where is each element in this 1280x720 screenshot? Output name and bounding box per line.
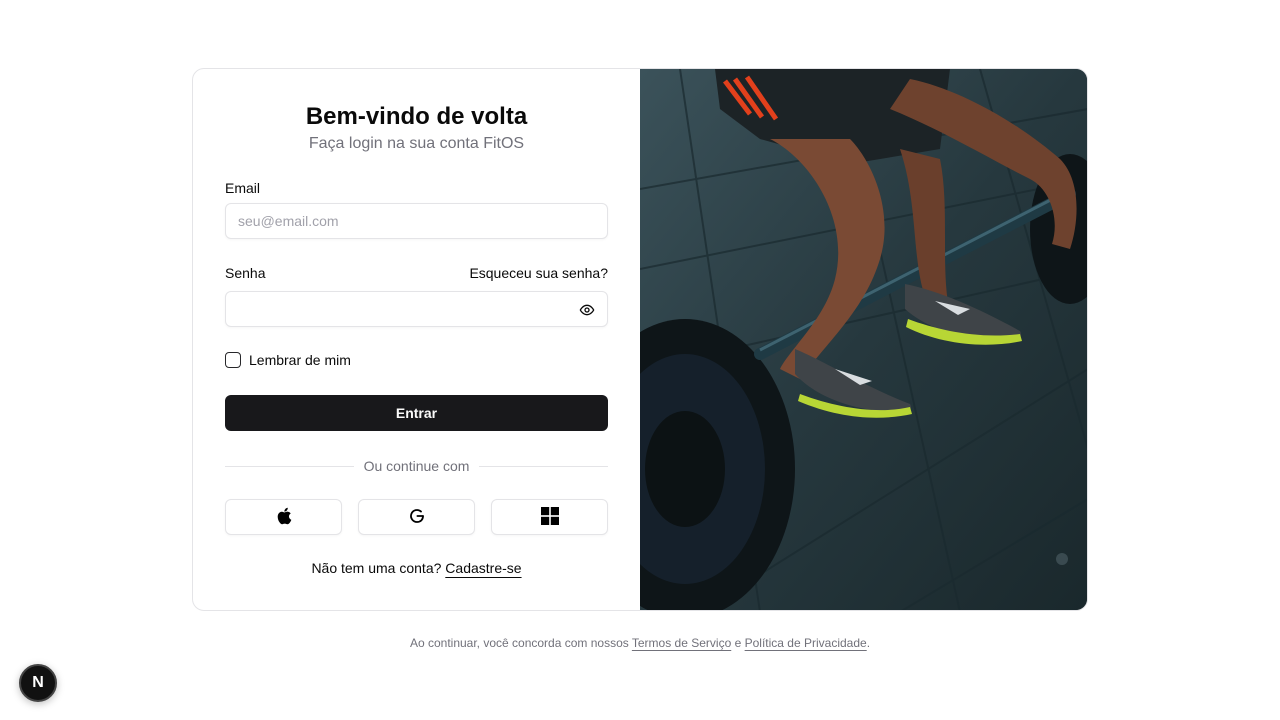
privacy-link[interactable]: Política de Privacidade <box>745 636 867 650</box>
microsoft-icon <box>540 506 559 528</box>
nextjs-devtools-button[interactable]: N <box>19 664 57 702</box>
password-field[interactable] <box>225 291 608 327</box>
terms-link[interactable]: Termos de Serviço <box>632 636 731 650</box>
hero-image <box>640 69 1087 610</box>
divider-line-right <box>479 465 608 467</box>
signup-prompt: Não tem uma conta? <box>311 560 442 576</box>
forgot-password-link[interactable]: Esqueceu sua senha? <box>469 265 608 281</box>
email-label: Email <box>225 180 261 196</box>
apple-icon <box>276 507 292 528</box>
microsoft-login-button[interactable] <box>491 499 608 535</box>
login-form: Bem-vindo de volta Faça login na sua con… <box>193 69 640 610</box>
eye-icon[interactable] <box>576 299 598 321</box>
divider-line-left <box>225 465 354 467</box>
terms-suffix: . <box>866 636 871 650</box>
remember-checkbox[interactable] <box>225 352 241 368</box>
terms-conjunction: e <box>734 636 742 650</box>
email-field[interactable] <box>225 203 608 239</box>
remember-me[interactable]: Lembrar de mim <box>225 352 351 368</box>
terms-notice: Ao continuar, você concorda com nossos T… <box>0 636 1280 650</box>
google-login-button[interactable] <box>358 499 475 535</box>
signup-link[interactable]: Cadastre-se <box>445 560 521 576</box>
page-subtitle: Faça login na sua conta FitOS <box>308 135 525 152</box>
login-button[interactable]: Entrar <box>225 395 608 431</box>
apple-login-button[interactable] <box>225 499 342 535</box>
weightlifter-photo <box>640 69 1087 610</box>
terms-prefix: Ao continuar, você concorda com nossos <box>409 636 629 650</box>
google-icon <box>408 507 426 528</box>
signup-row: Não tem uma conta? Cadastre-se <box>193 560 640 576</box>
page-title: Bem-vindo de volta <box>305 103 528 130</box>
devtools-label: N <box>32 674 44 691</box>
divider: Ou continue com <box>225 456 608 476</box>
remember-label: Lembrar de mim <box>249 352 351 368</box>
login-card: Bem-vindo de volta Faça login na sua con… <box>192 68 1088 611</box>
divider-text: Ou continue com <box>363 458 470 474</box>
password-label: Senha <box>225 265 266 281</box>
